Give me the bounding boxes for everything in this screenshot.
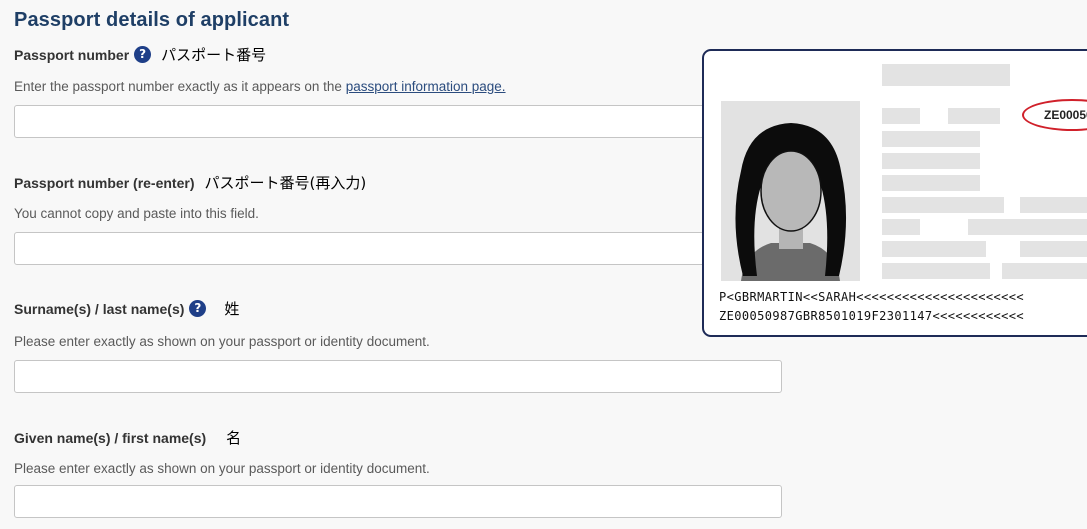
passport-number-label-jp: パスポート番号 — [161, 46, 267, 64]
question-circle-icon[interactable]: ? — [134, 46, 152, 63]
given-name-label-jp: 名 — [226, 429, 242, 447]
redacted-field — [882, 108, 920, 124]
passport-reenter-label-jp: パスポート番号(再入力) — [204, 174, 367, 192]
given-name-label: Given name(s) / first name(s) — [14, 429, 207, 446]
redacted-field — [1020, 197, 1087, 213]
passport-example-image: ZE00050 P<GBRMARTIN<<SARAH<<<<<<<<<<<<<<… — [702, 49, 1087, 337]
passport-reenter-label: Passport number (re-enter) — [14, 174, 195, 191]
passport-number-input[interactable] — [14, 105, 782, 138]
passport-reenter-input[interactable] — [14, 232, 782, 265]
surname-input[interactable] — [14, 360, 782, 393]
redacted-field — [1002, 263, 1087, 279]
redacted-field — [882, 175, 980, 191]
passport-number-field: Passport number? パスポート番号 Enter the passpo… — [14, 44, 782, 138]
passport-reenter-field: Passport number (re-enter) パスポート番号(再入力) Y… — [14, 172, 782, 265]
mrz-line-2: ZE00050987GBR8501019F2301147<<<<<<<<<<<< — [719, 309, 1024, 323]
redacted-field — [882, 131, 980, 147]
woman-silhouette-icon — [735, 123, 847, 281]
redacted-field — [948, 108, 1000, 124]
mrz-line-1: P<GBRMARTIN<<SARAH<<<<<<<<<<<<<<<<<<<<<< — [719, 290, 1024, 304]
surname-label-row: Surname(s) / last name(s)? 姓 — [14, 298, 430, 322]
page-title: Passport details of applicant — [14, 9, 290, 31]
given-name-label-row: Given name(s) / first name(s) 名 — [14, 427, 430, 451]
passport-number-hint: Enter the passport number exactly as it … — [14, 79, 506, 94]
passport-number-label-row: Passport number? パスポート番号 — [14, 44, 506, 68]
question-circle-icon[interactable]: ? — [189, 300, 207, 317]
passport-photo — [721, 101, 860, 281]
redacted-field — [882, 263, 990, 279]
given-name-hint: Please enter exactly as shown on your pa… — [14, 461, 430, 476]
redacted-field — [882, 64, 1010, 86]
passport-information-page-link[interactable]: passport information page. — [346, 79, 506, 94]
given-name-input[interactable] — [14, 485, 782, 518]
passport-number-hint-text: Enter the passport number exactly as it … — [14, 79, 346, 94]
redacted-field — [968, 219, 1087, 235]
surname-label-jp: 姓 — [224, 300, 240, 318]
surname-hint: Please enter exactly as shown on your pa… — [14, 334, 430, 349]
redacted-field — [882, 153, 980, 169]
surname-field: Surname(s) / last name(s)? 姓 Please enter… — [14, 298, 782, 393]
given-name-field: Given name(s) / first name(s) 名 Please en… — [14, 427, 782, 518]
passport-reenter-hint: You cannot copy and paste into this fiel… — [14, 206, 259, 221]
passport-number-highlight: ZE00050 — [1022, 99, 1087, 131]
redacted-field — [882, 241, 986, 257]
surname-label: Surname(s) / last name(s) — [14, 300, 185, 317]
redacted-field — [1020, 241, 1087, 257]
passport-number-label: Passport number — [14, 46, 130, 63]
redacted-field — [882, 197, 1004, 213]
passport-reenter-label-row: Passport number (re-enter) パスポート番号(再入力) — [14, 172, 366, 196]
redacted-field — [882, 219, 920, 235]
